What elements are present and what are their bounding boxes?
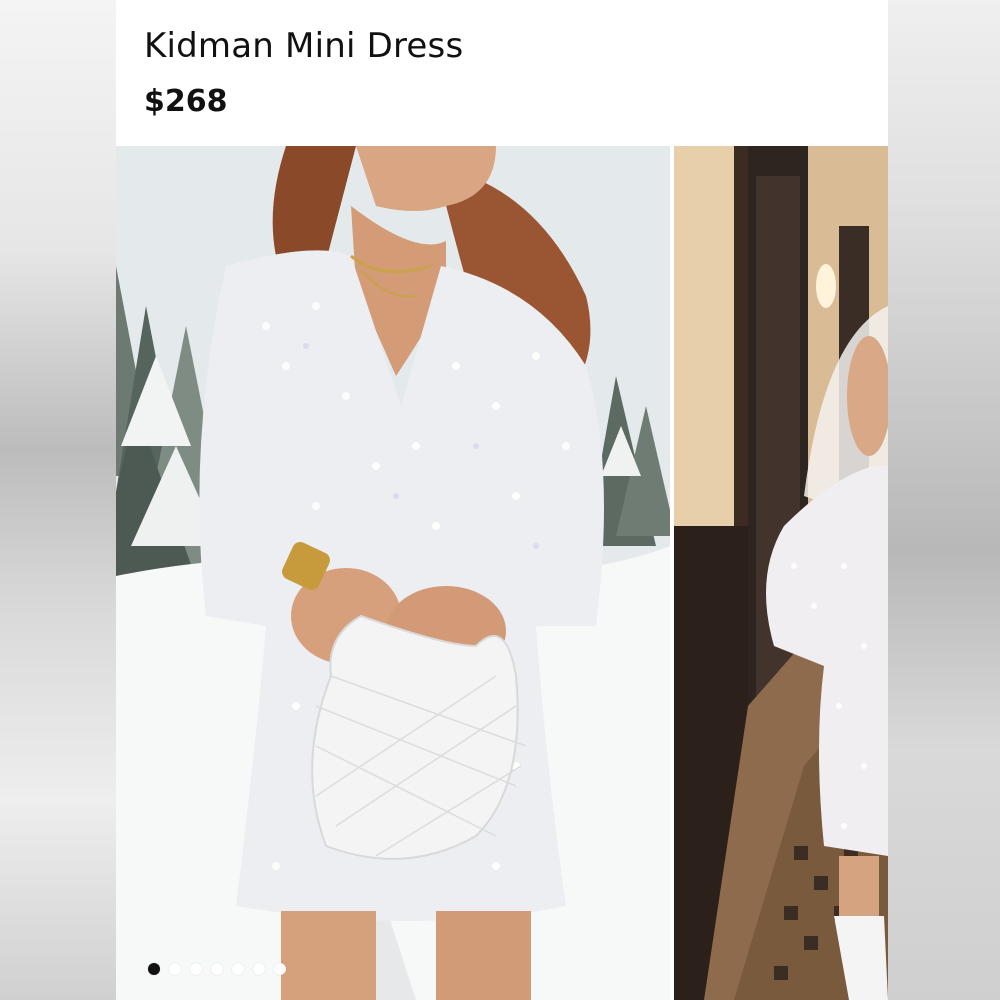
pagination-dot[interactable] xyxy=(190,963,202,975)
product-card: Kidman Mini Dress $268 xyxy=(116,0,888,1000)
pagination-dot[interactable] xyxy=(274,963,286,975)
product-title: Kidman Mini Dress xyxy=(144,26,464,66)
background-blur-right xyxy=(888,0,1000,1000)
pagination-dot-active[interactable] xyxy=(148,963,160,975)
pagination-dot[interactable] xyxy=(232,963,244,975)
hallway-scene-illustration xyxy=(674,146,888,1000)
product-price: $268 xyxy=(144,84,228,119)
gallery-pagination xyxy=(148,962,286,976)
product-image-secondary[interactable] xyxy=(674,146,888,1000)
product-image-main[interactable] xyxy=(116,146,670,1000)
background-blur-left xyxy=(0,0,116,1000)
pagination-dot[interactable] xyxy=(211,963,223,975)
pagination-dot[interactable] xyxy=(169,963,181,975)
pagination-dot[interactable] xyxy=(253,963,265,975)
snow-scene-illustration xyxy=(116,146,670,1000)
